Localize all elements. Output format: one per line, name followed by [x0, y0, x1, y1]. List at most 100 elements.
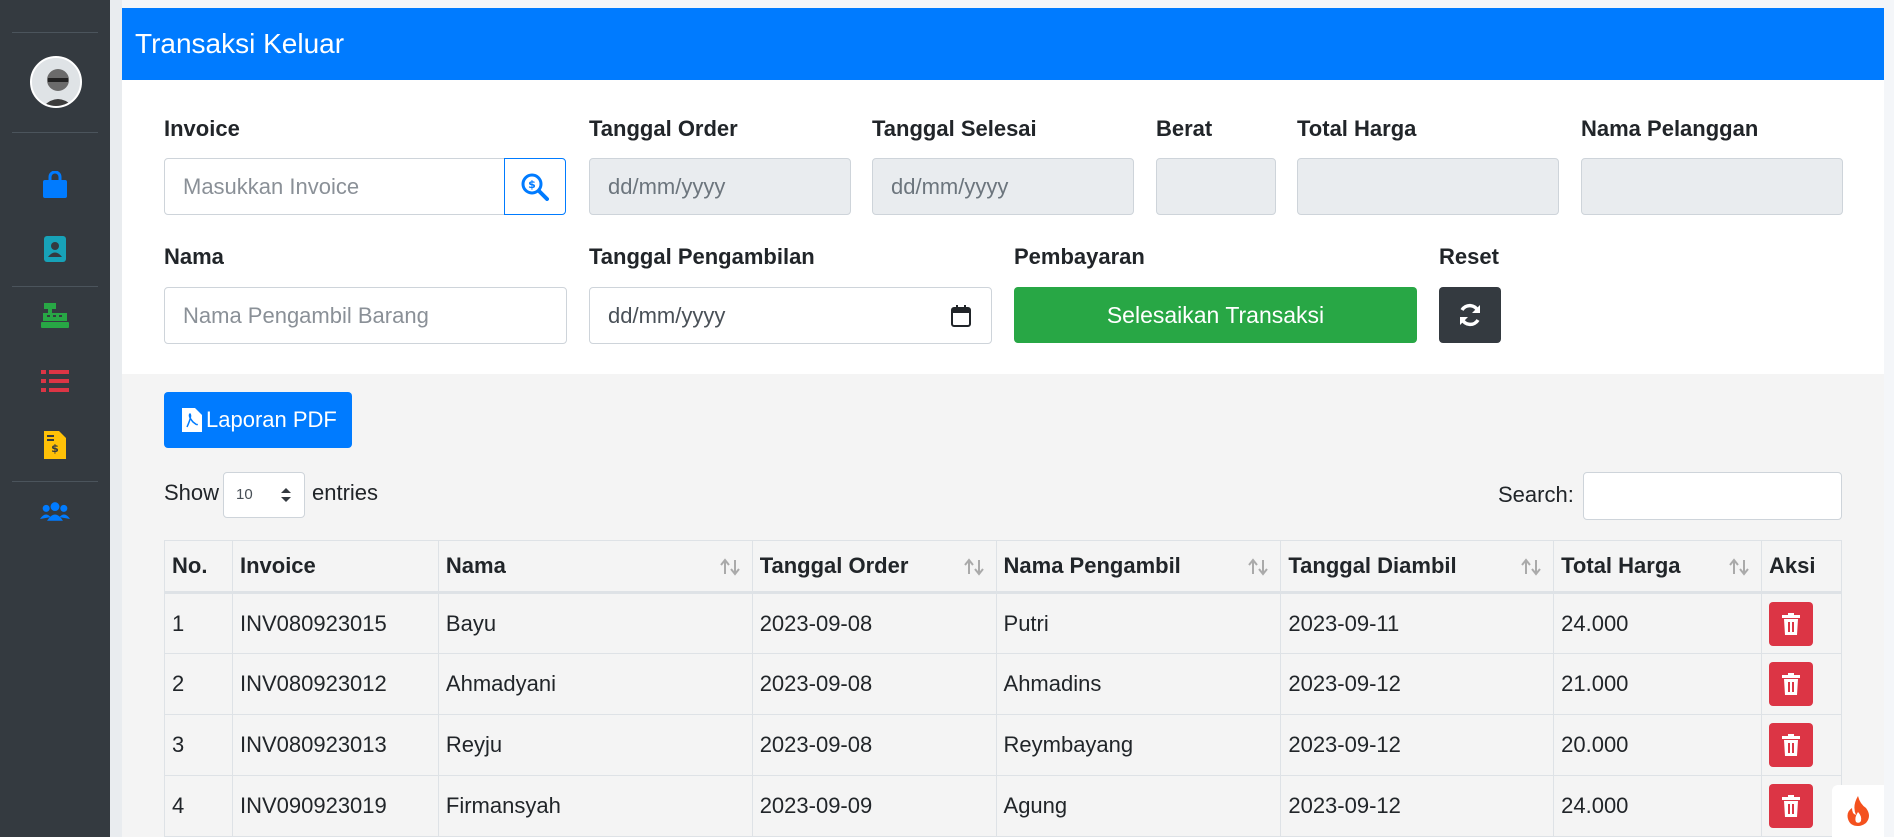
sort-icon	[963, 558, 984, 576]
sidebar-divider	[12, 132, 98, 133]
reset-button[interactable]	[1439, 287, 1501, 343]
cell-no: 3	[164, 714, 233, 776]
nama-pengambil-input[interactable]: Nama Pengambil Barang	[164, 287, 567, 344]
cell-nama-pengambil: Ahmadins	[995, 653, 1282, 715]
entries-label: entries	[312, 480, 379, 505]
invoice-input[interactable]: Masukkan Invoice	[164, 158, 506, 215]
sort-icon	[719, 558, 740, 576]
col-header-invoice[interactable]: Invoice	[231, 540, 439, 594]
cell-total-harga: 24.000	[1553, 775, 1762, 837]
sort-icon	[1521, 558, 1541, 576]
sidebar-divider	[12, 32, 98, 33]
address-book-icon[interactable]	[40, 234, 70, 264]
tanggal-pengambilan-input[interactable]: dd/mm/yyyy	[589, 287, 992, 344]
svg-text:$: $	[528, 178, 536, 191]
cell-total-harga: 24.000	[1553, 592, 1762, 654]
delete-button[interactable]	[1768, 601, 1813, 646]
col-header-nama-pengambil[interactable]: Nama Pengambil	[995, 540, 1282, 594]
invoice-label: Invoice	[164, 116, 240, 141]
transactions-table: No. Invoice Nama Tanggal Order Nama Peng…	[164, 540, 1843, 837]
trash-icon	[1781, 612, 1800, 635]
col-header-nama-pengambil-label: Nama Pengambil	[1003, 553, 1181, 578]
avatar[interactable]	[30, 56, 82, 108]
list-icon[interactable]	[40, 366, 70, 396]
sidebar-gutter	[110, 0, 122, 837]
tanggal-selesai-label: Tanggal Selesai	[872, 116, 1037, 141]
cell-invoice: INV090923019	[231, 775, 439, 837]
sidebar-divider	[12, 286, 98, 287]
table-row: 3 INV080923013 Reyju 2023-09-08 Reymbayang 20…	[164, 714, 1843, 776]
trash-icon	[1781, 795, 1800, 817]
cell-tanggal-order: 2023-09-08	[751, 592, 997, 654]
users-icon[interactable]	[40, 496, 70, 526]
tanggal-selesai-field: dd/mm/yyyy	[872, 158, 1134, 215]
nama-pelanggan-field	[1581, 158, 1843, 215]
sort-icon	[1248, 558, 1269, 576]
col-header-total-harga[interactable]: Total Harga	[1553, 540, 1762, 594]
search-input[interactable]	[1583, 472, 1842, 520]
col-header-tanggal-order[interactable]: Tanggal Order	[751, 540, 997, 594]
delete-button[interactable]	[1768, 662, 1813, 706]
cell-tanggal-order: 2023-09-08	[751, 653, 997, 715]
search-invoice-button[interactable]: $	[504, 158, 566, 215]
transaction-form: Invoice Tanggal Order Tanggal Selesai Be…	[122, 80, 1884, 374]
cell-total-harga: 20.000	[1553, 714, 1762, 776]
svg-text:$: $	[51, 442, 59, 455]
file-pdf-icon	[182, 408, 202, 432]
cell-nama-pengambil: Agung	[995, 775, 1282, 837]
refresh-icon	[1460, 303, 1480, 327]
page-title: Transaksi Keluar	[122, 8, 1884, 80]
shopping-bag-icon[interactable]	[40, 170, 70, 200]
delete-button[interactable]	[1768, 723, 1813, 767]
search-dollar-icon: $	[521, 173, 549, 201]
entries-value: 10	[236, 486, 253, 503]
sidebar: $	[0, 0, 110, 837]
table-row: 4 INV090923019 Firmansyah 2023-09-09 Agung 20…	[164, 775, 1843, 837]
selesaikan-transaksi-button[interactable]: Selesaikan Transaksi	[1014, 287, 1417, 343]
col-header-no[interactable]: No.	[164, 540, 233, 594]
calendar-icon[interactable]	[951, 305, 971, 327]
flame-icon[interactable]	[1832, 785, 1884, 837]
cell-tanggal-diambil: 2023-09-12	[1280, 714, 1555, 776]
tanggal-pengambilan-value: dd/mm/yyyy	[608, 303, 726, 328]
pembayaran-label: Pembayaran	[1014, 244, 1145, 269]
trash-icon	[1781, 673, 1800, 695]
cell-aksi	[1760, 592, 1843, 654]
table-row: 2 INV080923012 Ahmadyani 2023-09-08 Ahmadins…	[164, 653, 1843, 715]
laporan-pdf-label: Laporan PDF	[206, 407, 337, 432]
cell-nama: Firmansyah	[437, 775, 753, 837]
cash-register-icon[interactable]	[40, 300, 70, 330]
tanggal-order-label: Tanggal Order	[589, 116, 738, 141]
col-header-tanggal-diambil[interactable]: Tanggal Diambil	[1280, 540, 1555, 594]
reset-label: Reset	[1439, 244, 1499, 269]
sidebar-divider	[12, 481, 98, 482]
col-header-tanggal-order-label: Tanggal Order	[759, 553, 909, 578]
berat-label: Berat	[1156, 116, 1213, 141]
delete-button[interactable]	[1768, 784, 1813, 828]
cell-tanggal-diambil: 2023-09-11	[1280, 592, 1555, 654]
trash-icon	[1781, 734, 1800, 756]
col-header-nama-label: Nama	[445, 553, 506, 578]
col-header-nama[interactable]: Nama	[437, 540, 753, 594]
total-harga-label: Total Harga	[1297, 116, 1417, 141]
main-content: Transaksi Keluar Invoice Tanggal Order T…	[122, 0, 1884, 837]
cell-tanggal-order: 2023-09-08	[751, 714, 997, 776]
col-header-tanggal-diambil-label: Tanggal Diambil	[1288, 553, 1457, 578]
table-header-row: No. Invoice Nama Tanggal Order Nama Peng…	[164, 540, 1843, 594]
cell-invoice: INV080923012	[231, 653, 439, 715]
laporan-pdf-button[interactable]: Laporan PDF	[164, 392, 352, 448]
select-arrows-icon	[281, 488, 291, 502]
cell-nama: Reyju	[437, 714, 753, 776]
col-header-aksi: Aksi	[1760, 540, 1843, 594]
cell-no: 4	[164, 775, 233, 837]
show-label: Show	[164, 480, 220, 505]
cell-nama: Bayu	[437, 592, 753, 654]
cell-aksi	[1760, 775, 1843, 837]
invoice-dollar-icon[interactable]: $	[40, 430, 70, 460]
berat-field	[1156, 158, 1276, 215]
cell-aksi	[1760, 653, 1843, 715]
cell-aksi	[1760, 714, 1843, 776]
entries-select[interactable]: 10	[223, 472, 305, 518]
tanggal-pengambilan-label: Tanggal Pengambilan	[589, 244, 815, 269]
col-header-total-harga-label: Total Harga	[1561, 553, 1681, 578]
